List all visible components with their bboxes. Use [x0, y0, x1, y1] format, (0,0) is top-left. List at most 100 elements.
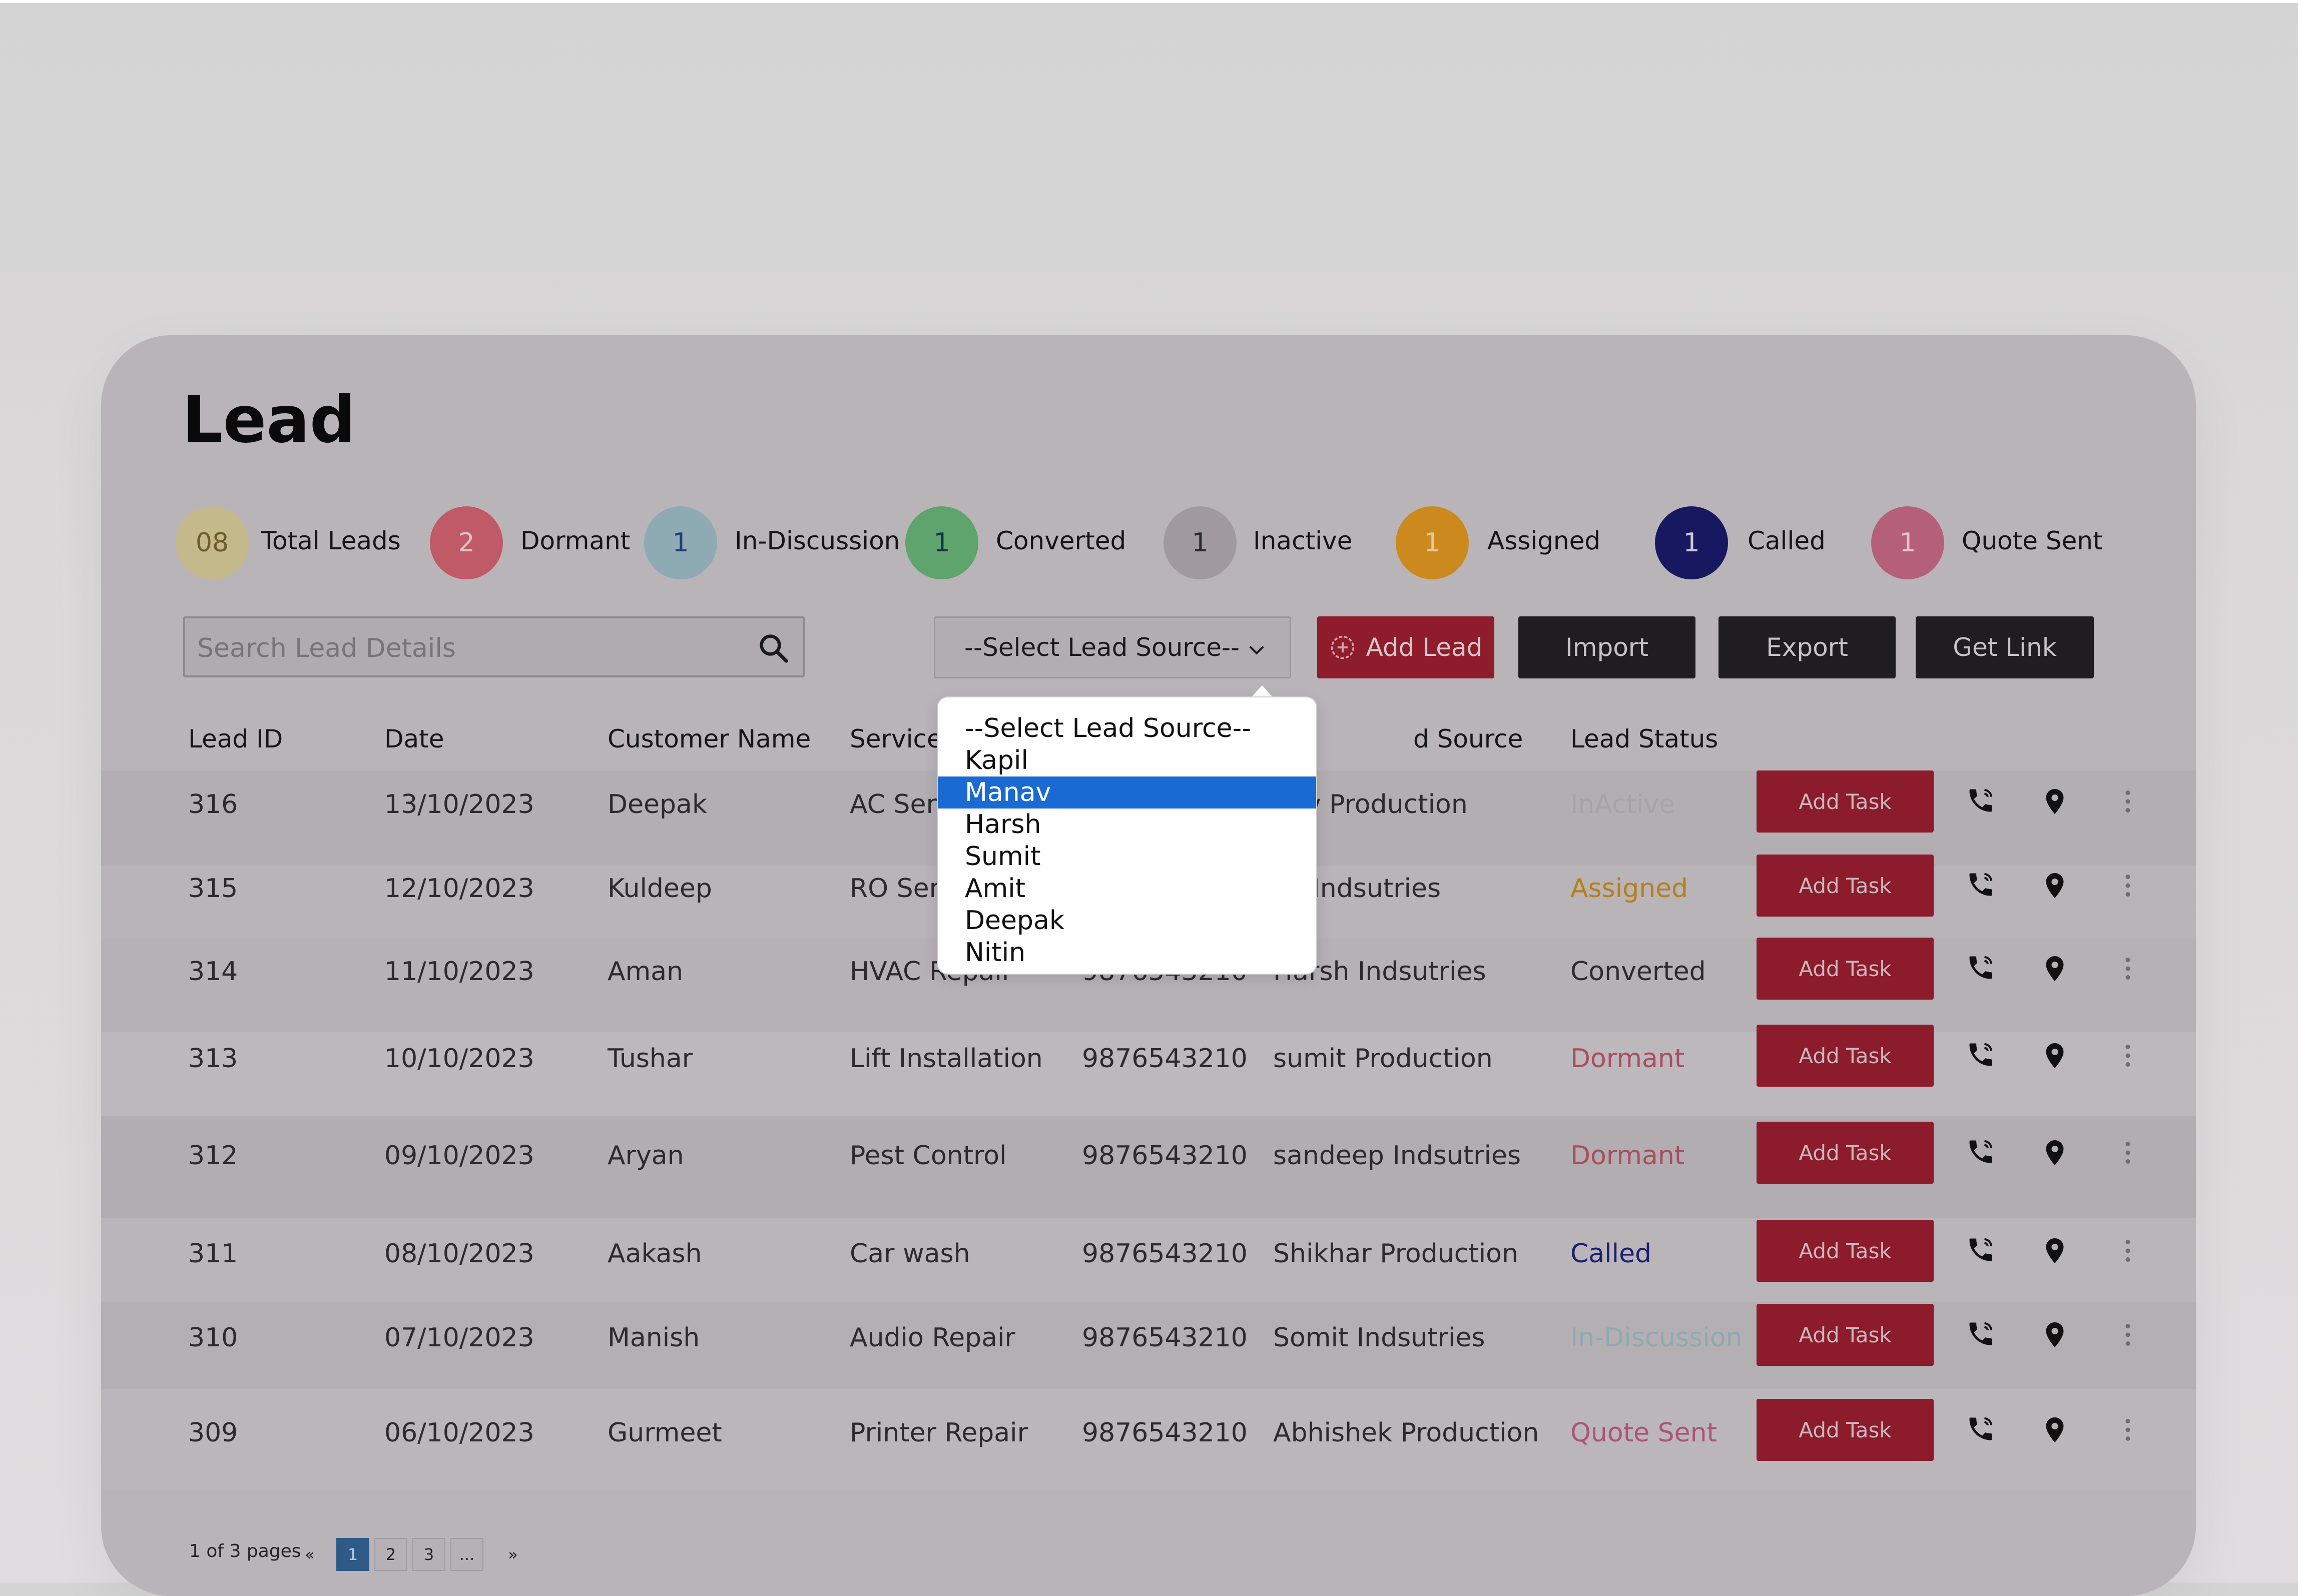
cell-date: 11/10/2023	[384, 957, 534, 987]
phone-icon[interactable]	[1966, 1040, 1996, 1070]
search-icon[interactable]	[757, 631, 790, 664]
cell-phone: 9876543210	[1082, 1141, 1248, 1171]
add-task-button[interactable]: Add Task	[1757, 1220, 1934, 1282]
pagination-page-2[interactable]: 2	[374, 1538, 407, 1571]
pagination-prev[interactable]: «	[293, 1538, 326, 1571]
stat-label-converted: Converted	[996, 526, 1126, 555]
header-date: Date	[384, 724, 444, 753]
cell-lead-id: 309	[188, 1418, 238, 1448]
stat-count-dormant[interactable]: 2	[430, 506, 503, 579]
cell-lead-source: sumit Production	[1273, 1044, 1493, 1074]
add-task-button[interactable]: Add Task	[1757, 938, 1934, 1000]
location-pin-icon[interactable]	[2040, 1041, 2070, 1071]
pagination-ellipsis[interactable]: ...	[450, 1538, 483, 1571]
dropdown-option-sumit[interactable]: Sumit	[938, 841, 1316, 873]
more-vertical-icon[interactable]	[2113, 1236, 2143, 1266]
stat-label-called: Called	[1748, 526, 1826, 555]
add-lead-button[interactable]: Add Lead	[1317, 616, 1494, 678]
cell-date: 06/10/2023	[384, 1418, 534, 1448]
top-edge	[0, 0, 2298, 3]
add-task-button[interactable]: Add Task	[1757, 855, 1934, 917]
cell-customer-name: Tushar	[608, 1044, 693, 1074]
stat-count-quote-sent[interactable]: 1	[1871, 506, 1944, 579]
stat-count-converted[interactable]: 1	[905, 506, 978, 579]
cell-customer-name: Deepak	[608, 789, 708, 820]
phone-icon[interactable]	[1966, 870, 1996, 900]
stat-label-quote-sent: Quote Sent	[1962, 526, 2103, 555]
location-pin-icon[interactable]	[2040, 1320, 2070, 1350]
more-vertical-icon[interactable]	[2113, 1041, 2143, 1071]
more-vertical-icon[interactable]	[2113, 1320, 2143, 1350]
cell-lead-source: Abhishek Production	[1273, 1418, 1539, 1448]
cell-lead-status: Called	[1570, 1239, 1652, 1269]
cell-lead-id: 314	[188, 957, 238, 987]
dropdown-option-deepak[interactable]: Deepak	[938, 905, 1316, 937]
cell-lead-status: Assigned	[1570, 874, 1688, 904]
more-vertical-icon[interactable]	[2113, 1138, 2143, 1168]
cell-lead-id: 310	[188, 1323, 238, 1353]
location-pin-icon[interactable]	[2040, 1415, 2070, 1445]
get-link-button[interactable]: Get Link	[1916, 616, 2094, 678]
phone-icon[interactable]	[1966, 785, 1996, 816]
cell-service: Car wash	[850, 1239, 970, 1269]
dropdown-option-select-lead-source[interactable]: --Select Lead Source--	[938, 712, 1316, 744]
cell-customer-name: Gurmeet	[608, 1418, 722, 1448]
more-vertical-icon[interactable]	[2113, 786, 2143, 817]
import-button[interactable]: Import	[1518, 616, 1695, 678]
location-pin-icon[interactable]	[2040, 786, 2070, 817]
phone-icon[interactable]	[1966, 1414, 1996, 1444]
more-vertical-icon[interactable]	[2113, 1415, 2143, 1445]
add-task-button[interactable]: Add Task	[1757, 1122, 1934, 1184]
header-lead-id: Lead ID	[188, 724, 283, 753]
search-box[interactable]: Search Lead Details	[183, 616, 805, 677]
stat-count-assigned[interactable]: 1	[1396, 506, 1469, 579]
cell-lead-status: In-Discussion	[1570, 1323, 1743, 1353]
dropdown-option-kapil[interactable]: Kapil	[938, 744, 1316, 776]
stat-count-in-discussion[interactable]: 1	[644, 506, 717, 579]
location-pin-icon[interactable]	[2040, 1138, 2070, 1168]
add-task-button[interactable]: Add Task	[1757, 1025, 1934, 1087]
lead-source-select[interactable]: --Select Lead Source--	[934, 616, 1291, 678]
add-task-button[interactable]: Add Task	[1757, 1304, 1934, 1366]
location-pin-icon[interactable]	[2040, 1236, 2070, 1266]
cell-service: Lift Installation	[850, 1044, 1043, 1074]
cell-lead-status: Converted	[1570, 957, 1706, 987]
pagination-page-1[interactable]: 1	[336, 1538, 369, 1571]
add-task-button[interactable]: Add Task	[1757, 770, 1934, 833]
phone-icon[interactable]	[1966, 953, 1996, 983]
location-pin-icon[interactable]	[2040, 954, 2070, 984]
stat-count-called[interactable]: 1	[1655, 506, 1728, 579]
cell-lead-status: Dormant	[1570, 1141, 1685, 1171]
dropdown-option-manav[interactable]: Manav	[938, 776, 1316, 809]
pagination-page-3[interactable]: 3	[412, 1538, 445, 1571]
cell-lead-source: Shikhar Production	[1273, 1239, 1518, 1269]
location-pin-icon[interactable]	[2040, 871, 2070, 901]
dropdown-option-harsh[interactable]: Harsh	[938, 809, 1316, 841]
export-button[interactable]: Export	[1718, 616, 1896, 678]
stat-label-total-leads: Total Leads	[261, 526, 401, 555]
cell-date: 09/10/2023	[384, 1141, 534, 1171]
cell-date: 10/10/2023	[384, 1044, 534, 1074]
stat-count-total-leads[interactable]: 08	[176, 506, 249, 579]
header-lead-source: d Source	[1413, 724, 1523, 753]
cell-lead-id: 312	[188, 1141, 238, 1171]
stat-count-inactive[interactable]: 1	[1164, 506, 1237, 579]
chevron-down-icon	[1249, 645, 1264, 655]
phone-icon[interactable]	[1966, 1319, 1996, 1349]
dropdown-option-nitin[interactable]: Nitin	[938, 937, 1316, 969]
lead-source-dropdown: --Select Lead Source-- Kapil Manav Harsh Sum…	[937, 696, 1317, 975]
search-input[interactable]: Search Lead Details	[197, 633, 456, 663]
add-task-button[interactable]: Add Task	[1757, 1399, 1934, 1461]
pagination-next[interactable]: »	[496, 1538, 529, 1571]
phone-icon[interactable]	[1966, 1137, 1996, 1167]
more-vertical-icon[interactable]	[2113, 954, 2143, 984]
stat-label-assigned: Assigned	[1487, 526, 1601, 555]
header-service: Service	[850, 724, 942, 753]
more-vertical-icon[interactable]	[2113, 871, 2143, 901]
phone-icon[interactable]	[1966, 1235, 1996, 1265]
cell-customer-name: Aman	[608, 957, 684, 987]
dropdown-option-amit[interactable]: Amit	[938, 873, 1316, 905]
stat-label-inactive: Inactive	[1253, 526, 1353, 555]
header-lead-status: Lead Status	[1570, 724, 1718, 753]
cell-service: Audio Repair	[850, 1323, 1015, 1353]
